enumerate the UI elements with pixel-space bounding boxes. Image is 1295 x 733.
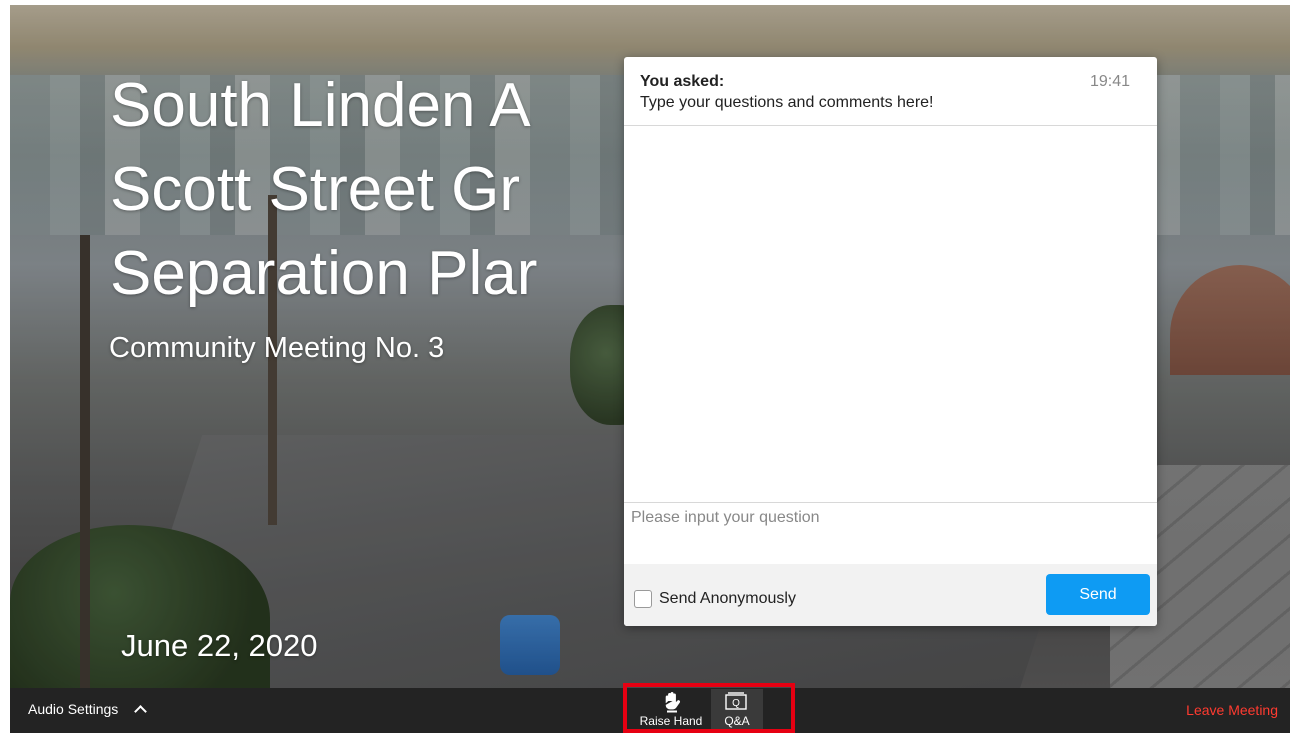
raise-hand-button[interactable]: Raise Hand xyxy=(631,689,711,729)
raise-hand-icon xyxy=(665,692,681,713)
chevron-up-icon[interactable] xyxy=(134,705,148,718)
qa-label: Q&A xyxy=(724,714,750,728)
qa-icon: Q xyxy=(725,692,747,710)
send-anonymously-checkbox[interactable]: Send Anonymously xyxy=(634,590,796,608)
qa-question-text: Type your questions and comments here! xyxy=(640,94,934,111)
send-anonymously-label: Send Anonymously xyxy=(659,590,796,607)
qa-button[interactable]: Q Q&A xyxy=(711,689,763,729)
highlight-box: Raise Hand Q Q&A xyxy=(623,683,795,733)
qa-footer: Send Anonymously Send xyxy=(624,564,1157,626)
qa-panel: You asked: Type your questions and comme… xyxy=(624,57,1157,626)
slide-subtitle: Community Meeting No. 3 xyxy=(109,332,445,364)
svg-text:Q: Q xyxy=(732,698,740,709)
send-button[interactable]: Send xyxy=(1046,574,1150,615)
audio-settings-label: Audio Settings xyxy=(28,701,119,717)
leave-meeting-button[interactable]: Leave Meeting xyxy=(1186,702,1278,718)
raise-hand-label: Raise Hand xyxy=(639,714,703,728)
qa-question-time: 19:41 xyxy=(1089,73,1130,90)
qa-asked-label: You asked: xyxy=(640,73,725,90)
qa-question-item: You asked: Type your questions and comme… xyxy=(624,57,1157,126)
slide-title-line: Scott Street Gr xyxy=(110,155,521,224)
question-input[interactable] xyxy=(624,503,1157,565)
audio-settings-button[interactable]: Audio Settings xyxy=(28,701,148,718)
slide-title-line: Separation Plar xyxy=(110,239,538,308)
slide-title-line: South Linden A xyxy=(110,71,531,140)
checkbox-icon[interactable] xyxy=(634,590,652,608)
slide-date: June 22, 2020 xyxy=(121,628,318,663)
meeting-toolbar: Audio Settings Raise Hand Q Q&A Leave Me… xyxy=(10,683,1290,733)
slide-title: South Linden A Scott Street Gr Separatio… xyxy=(110,64,537,316)
qa-question-list[interactable] xyxy=(624,126,1157,503)
